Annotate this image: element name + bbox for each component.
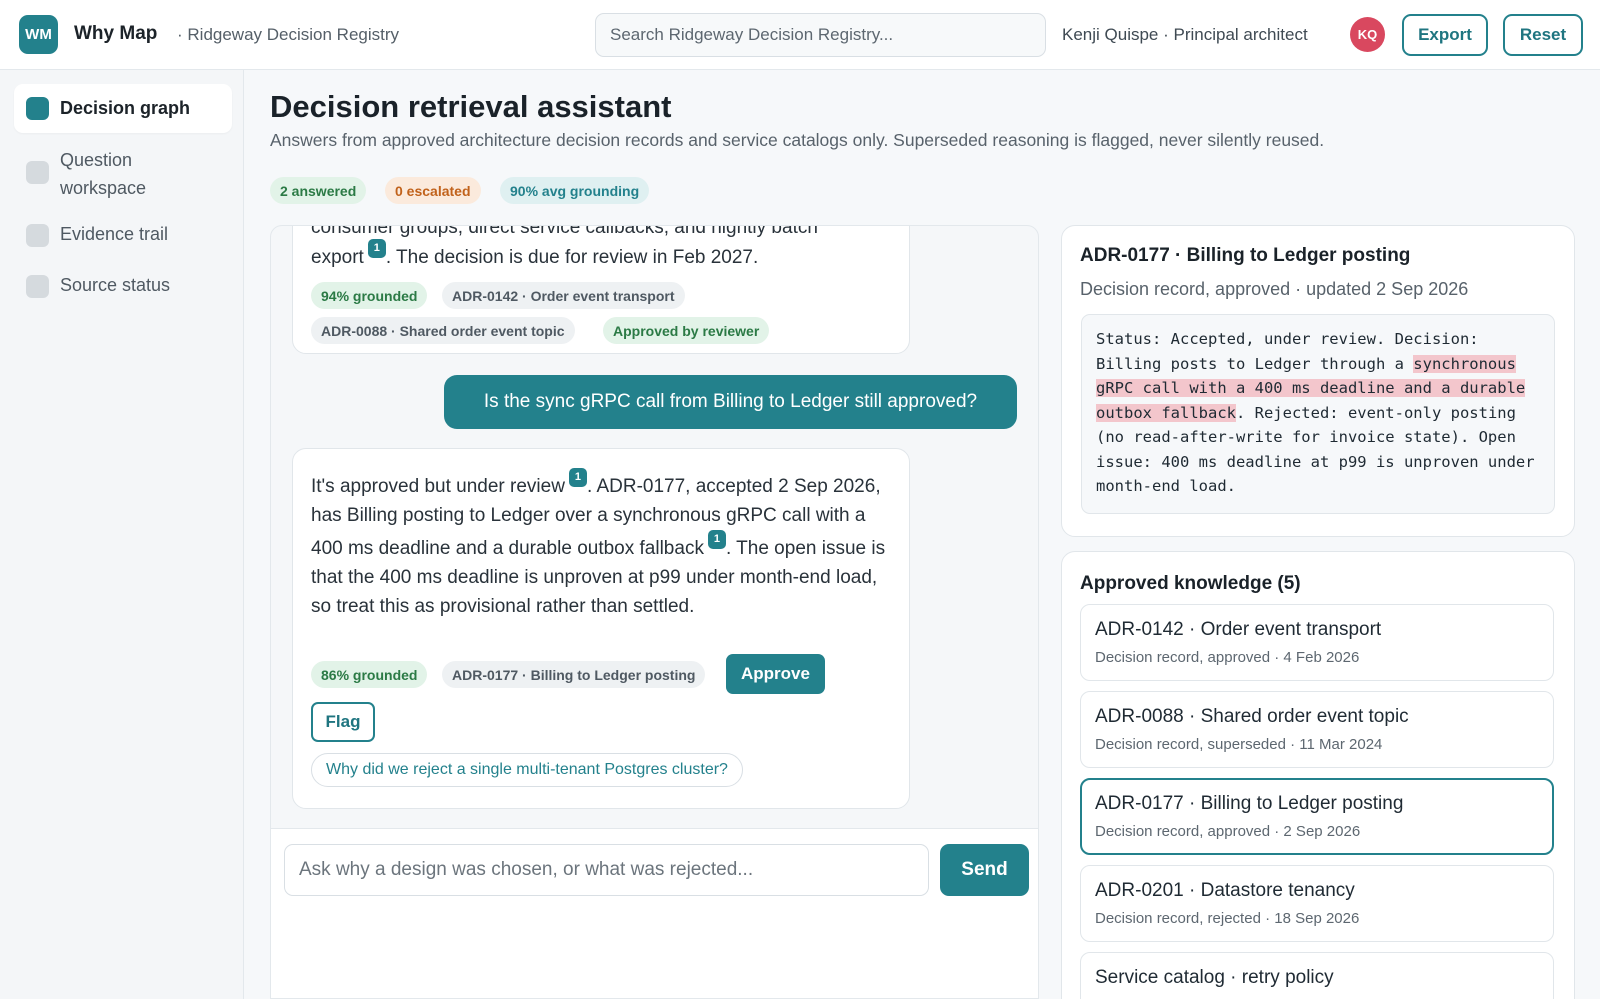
question-input[interactable] [284,844,929,896]
page-subtitle: Answers from approved architecture decis… [270,130,1325,150]
approve-button[interactable]: Approve [726,654,825,694]
app-logo[interactable]: WM [19,15,58,54]
decision-graph-icon [26,97,49,120]
citation-marker[interactable]: 1 [707,530,726,549]
sidebar-item-label: Question workspace [60,150,147,198]
message-text-segment: . The decision is due for review in Feb … [385,247,759,268]
sidebar: Decision graph Question workspace Eviden… [0,70,244,999]
sidebar-item-label: Source status [60,275,171,295]
source-status-icon [26,275,49,298]
assistant-message: consumer groups, direct service callback… [292,226,910,354]
sidebar-item-label: Evidence trail [60,224,169,244]
knowledge-item-meta: Decision record, superseded · 11 Mar 202… [1095,736,1383,753]
source-chip[interactable]: ADR-0088 · Shared order event topic [311,317,575,344]
knowledge-item-meta: Decision record, approved · 4 Feb 2026 [1095,649,1360,666]
message-text: It's approved but under review 1. ADR-017… [311,468,893,621]
knowledge-title: Approved knowledge (5) [1080,573,1301,594]
registry-name: · Ridgeway Decision Registry [177,25,400,44]
answered-badge: 2 answered [270,177,367,204]
reset-button[interactable]: Reset [1503,14,1583,56]
avatar[interactable]: KQ [1350,17,1385,52]
detail-title: ADR-0177 · Billing to Ledger posting [1080,245,1411,266]
send-button[interactable]: Send [940,844,1029,896]
knowledge-item[interactable]: ADR-0201 · Datastore tenancy Decision re… [1080,865,1554,942]
knowledge-item-title: ADR-0142 · Order event transport [1095,619,1382,640]
decision-detail-panel: ADR-0177 · Billing to Ledger posting Dec… [1061,225,1575,537]
knowledge-item[interactable]: ADR-0088 · Shared order event topic Deci… [1080,691,1554,768]
escalated-badge: 0 escalated [385,177,481,204]
flag-button[interactable]: Flag [311,702,375,742]
citation-marker[interactable]: 1 [367,239,386,258]
decision-excerpt: Status: Accepted, under review. Decision… [1081,314,1555,514]
sidebar-item-evidence-trail[interactable]: Evidence trail [14,213,232,257]
source-chip[interactable]: ADR-0142 · Order event transport [442,282,685,309]
grounding-badge: 90% avg grounding [500,177,650,204]
knowledge-item-title: Service catalog · retry policy [1095,967,1334,988]
message-text-segment: It's approved but under review [311,476,565,497]
assistant-message: It's approved but under review 1. ADR-017… [292,448,910,809]
question-workspace-icon [26,161,49,184]
app-name: Why Map [74,23,158,44]
detail-meta: Decision record, approved · updated 2 Se… [1080,279,1469,299]
page-title: Decision retrieval assistant [270,89,672,124]
knowledge-item-title: ADR-0201 · Datastore tenancy [1095,880,1355,901]
search-input[interactable] [595,13,1046,57]
knowledge-item-title: ADR-0177 · Billing to Ledger posting [1095,793,1404,814]
sidebar-item-label: Decision graph [60,98,191,118]
knowledge-item-meta: Decision record, approved · 2 Sep 2026 [1095,823,1361,840]
top-bar: WM Why Map · Ridgeway Decision Registry … [0,0,1600,70]
citation-marker[interactable]: 1 [568,468,587,487]
knowledge-item-meta: Decision record, rejected · 18 Sep 2026 [1095,910,1360,927]
approved-chip: Approved by reviewer [603,317,770,344]
composer: Send [271,828,1038,998]
user-label: Kenji Quispe · Principal architect [1062,25,1308,44]
grounding-chip: 86% grounded [311,661,428,688]
grounding-chip: 94% grounded [311,282,428,309]
user-message: Is the sync gRPC call from Billing to Le… [444,375,1017,429]
message-text: export 1. The decision is due for review … [311,239,758,272]
knowledge-item-selected[interactable]: ADR-0177 · Billing to Ledger posting Dec… [1080,778,1554,855]
knowledge-item[interactable]: Service catalog · retry policy [1080,952,1554,999]
knowledge-item[interactable]: ADR-0142 · Order event transport Decisio… [1080,604,1554,681]
sidebar-item-question-workspace[interactable]: Question workspace [14,143,232,207]
export-button[interactable]: Export [1402,14,1488,56]
knowledge-item-title: ADR-0088 · Shared order event topic [1095,706,1409,727]
evidence-trail-icon [26,224,49,247]
message-text-segment: export [311,247,364,268]
suggested-question[interactable]: Why did we reject a single multi-tenant … [311,753,743,787]
sidebar-item-source-status[interactable]: Source status [14,264,232,308]
source-chip[interactable]: ADR-0177 · Billing to Ledger posting [442,661,706,688]
sidebar-item-decision-graph[interactable]: Decision graph [14,84,232,133]
knowledge-panel: Approved knowledge (5) ADR-0142 · Order … [1061,551,1575,999]
chat-panel[interactable]: consumer groups, direct service callback… [270,225,1039,999]
